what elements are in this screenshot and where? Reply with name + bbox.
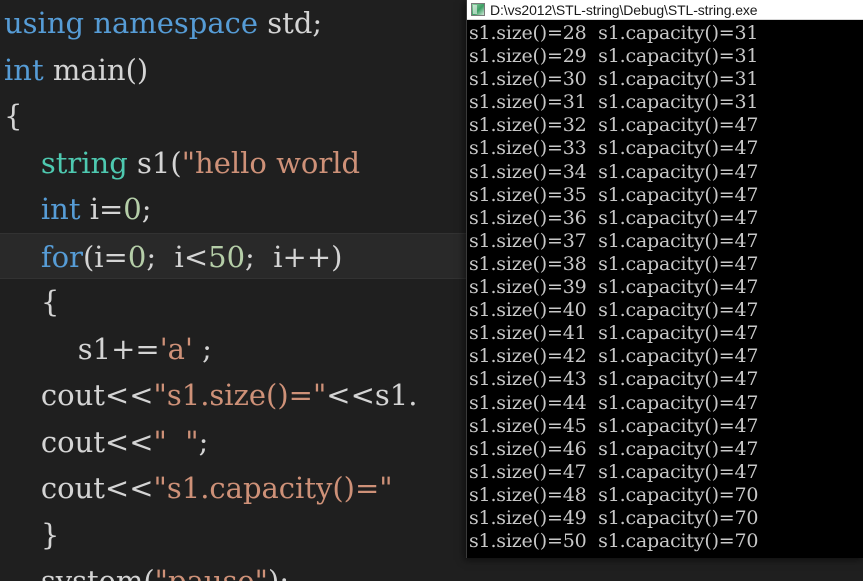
- code-line[interactable]: system("pause");: [0, 558, 863, 581]
- code-token-str: 'a': [159, 331, 193, 366]
- code-token-punct: ;: [192, 331, 212, 366]
- code-token-kw: int: [4, 52, 53, 87]
- code-token-plain: s1.: [374, 378, 418, 412]
- code-token-plain: i: [174, 239, 184, 274]
- console-output[interactable]: s1.size()=28 s1.capacity()=31 s1.size()=2…: [467, 20, 863, 557]
- console-line: s1.size()=48 s1.capacity()=70: [469, 483, 759, 506]
- code-token-plain: cout: [40, 471, 105, 505]
- code-token-op: <: [183, 239, 209, 274]
- console-line: s1.size()=43 s1.capacity()=47: [469, 368, 759, 391]
- console-line: s1.size()=38 s1.capacity()=47: [469, 252, 759, 275]
- code-token-kw: using: [4, 6, 94, 40]
- code-token-plain: i: [273, 239, 283, 274]
- console-line: s1.size()=35 s1.capacity()=47: [469, 183, 759, 206]
- code-token-plain: cout: [40, 378, 105, 412]
- code-token-op: =: [98, 192, 124, 226]
- code-token-punct: (: [170, 145, 182, 180]
- code-token-plain: std: [267, 6, 313, 40]
- console-line: s1.size()=44 s1.capacity()=47: [469, 391, 759, 414]
- console-line: s1.size()=30 s1.capacity()=31: [469, 68, 759, 91]
- console-line: s1.size()=39 s1.capacity()=47: [469, 276, 759, 299]
- code-token-punct: (): [125, 52, 149, 87]
- code-token-punct: ;: [146, 239, 175, 274]
- code-token-str: "pause": [154, 564, 268, 581]
- code-token-op: ++: [282, 239, 332, 274]
- console-line: s1.size()=47 s1.capacity()=47: [469, 460, 759, 483]
- code-token-op: +=: [111, 331, 160, 366]
- code-token-kw: int: [40, 192, 90, 226]
- console-line: s1.size()=32 s1.capacity()=47: [469, 114, 759, 137]
- console-titlebar[interactable]: D:\vs2012\STL-string\Debug\STL-string.ex…: [467, 0, 863, 20]
- code-token-plain: cout: [40, 424, 105, 459]
- code-token-punct: {: [4, 99, 23, 133]
- code-token-punct: ;: [279, 564, 290, 581]
- console-line: s1.size()=42 s1.capacity()=47: [469, 345, 759, 368]
- console-line: s1.size()=29 s1.capacity()=31: [469, 45, 759, 68]
- console-window[interactable]: D:\vs2012\STL-string\Debug\STL-string.ex…: [466, 0, 863, 558]
- code-token-str: "hello world: [181, 145, 361, 180]
- code-token-plain: system: [40, 564, 144, 581]
- code-token-str: " ": [153, 424, 199, 459]
- code-token-num: 50: [208, 239, 246, 274]
- console-line: s1.size()=31 s1.capacity()=31: [469, 91, 759, 114]
- code-token-plain: i: [94, 239, 104, 274]
- console-line: s1.size()=28 s1.capacity()=31: [469, 22, 759, 44]
- console-line: s1.size()=41 s1.capacity()=47: [469, 322, 759, 345]
- code-token-plain: main: [52, 52, 126, 87]
- console-line: s1.size()=46 s1.capacity()=47: [469, 437, 759, 460]
- console-app-icon: [471, 3, 485, 16]
- code-token-punct: }: [40, 517, 60, 552]
- code-token-kw: namespace: [93, 6, 268, 40]
- code-token-punct: ): [267, 564, 280, 581]
- code-token-punct: ;: [198, 424, 209, 459]
- console-line: s1.size()=33 s1.capacity()=47: [469, 137, 759, 160]
- code-token-op: =: [103, 239, 128, 274]
- code-token-plain: s1: [77, 331, 112, 366]
- console-line: s1.size()=34 s1.capacity()=47: [469, 160, 759, 183]
- code-token-op: <<: [104, 424, 154, 459]
- code-token-plain: s1: [137, 145, 171, 180]
- code-token-punct: (: [143, 564, 155, 581]
- code-token-op: <<: [104, 471, 154, 505]
- console-line: s1.size()=40 s1.capacity()=47: [469, 299, 759, 322]
- code-token-punct: ;: [312, 6, 323, 40]
- console-line: s1.size()=49 s1.capacity()=70: [469, 506, 759, 529]
- code-token-num: 0: [127, 239, 147, 274]
- console-line: s1.size()=45 s1.capacity()=47: [469, 414, 759, 437]
- code-token-punct: ;: [141, 192, 152, 226]
- code-token-str: "s1.size()=": [153, 378, 327, 412]
- console-line: s1.size()=37 s1.capacity()=47: [469, 229, 759, 252]
- console-title-text: D:\vs2012\STL-string\Debug\STL-string.ex…: [490, 1, 758, 18]
- code-token-type: string: [40, 145, 138, 180]
- code-token-punct: ): [331, 239, 343, 274]
- code-token-str: "s1.capacity()=": [153, 471, 393, 505]
- code-token-punct: {: [40, 285, 60, 319]
- code-token-punct: ;: [245, 239, 274, 274]
- code-token-kw: for: [40, 239, 83, 274]
- code-token-plain: i: [89, 192, 99, 226]
- console-line: s1.size()=50 s1.capacity()=70: [469, 530, 759, 553]
- code-token-op: <<: [326, 378, 375, 412]
- console-line: s1.size()=36 s1.capacity()=47: [469, 206, 759, 229]
- code-token-op: <<: [104, 378, 154, 412]
- code-token-num: 0: [123, 192, 142, 226]
- code-token-punct: (: [82, 239, 95, 274]
